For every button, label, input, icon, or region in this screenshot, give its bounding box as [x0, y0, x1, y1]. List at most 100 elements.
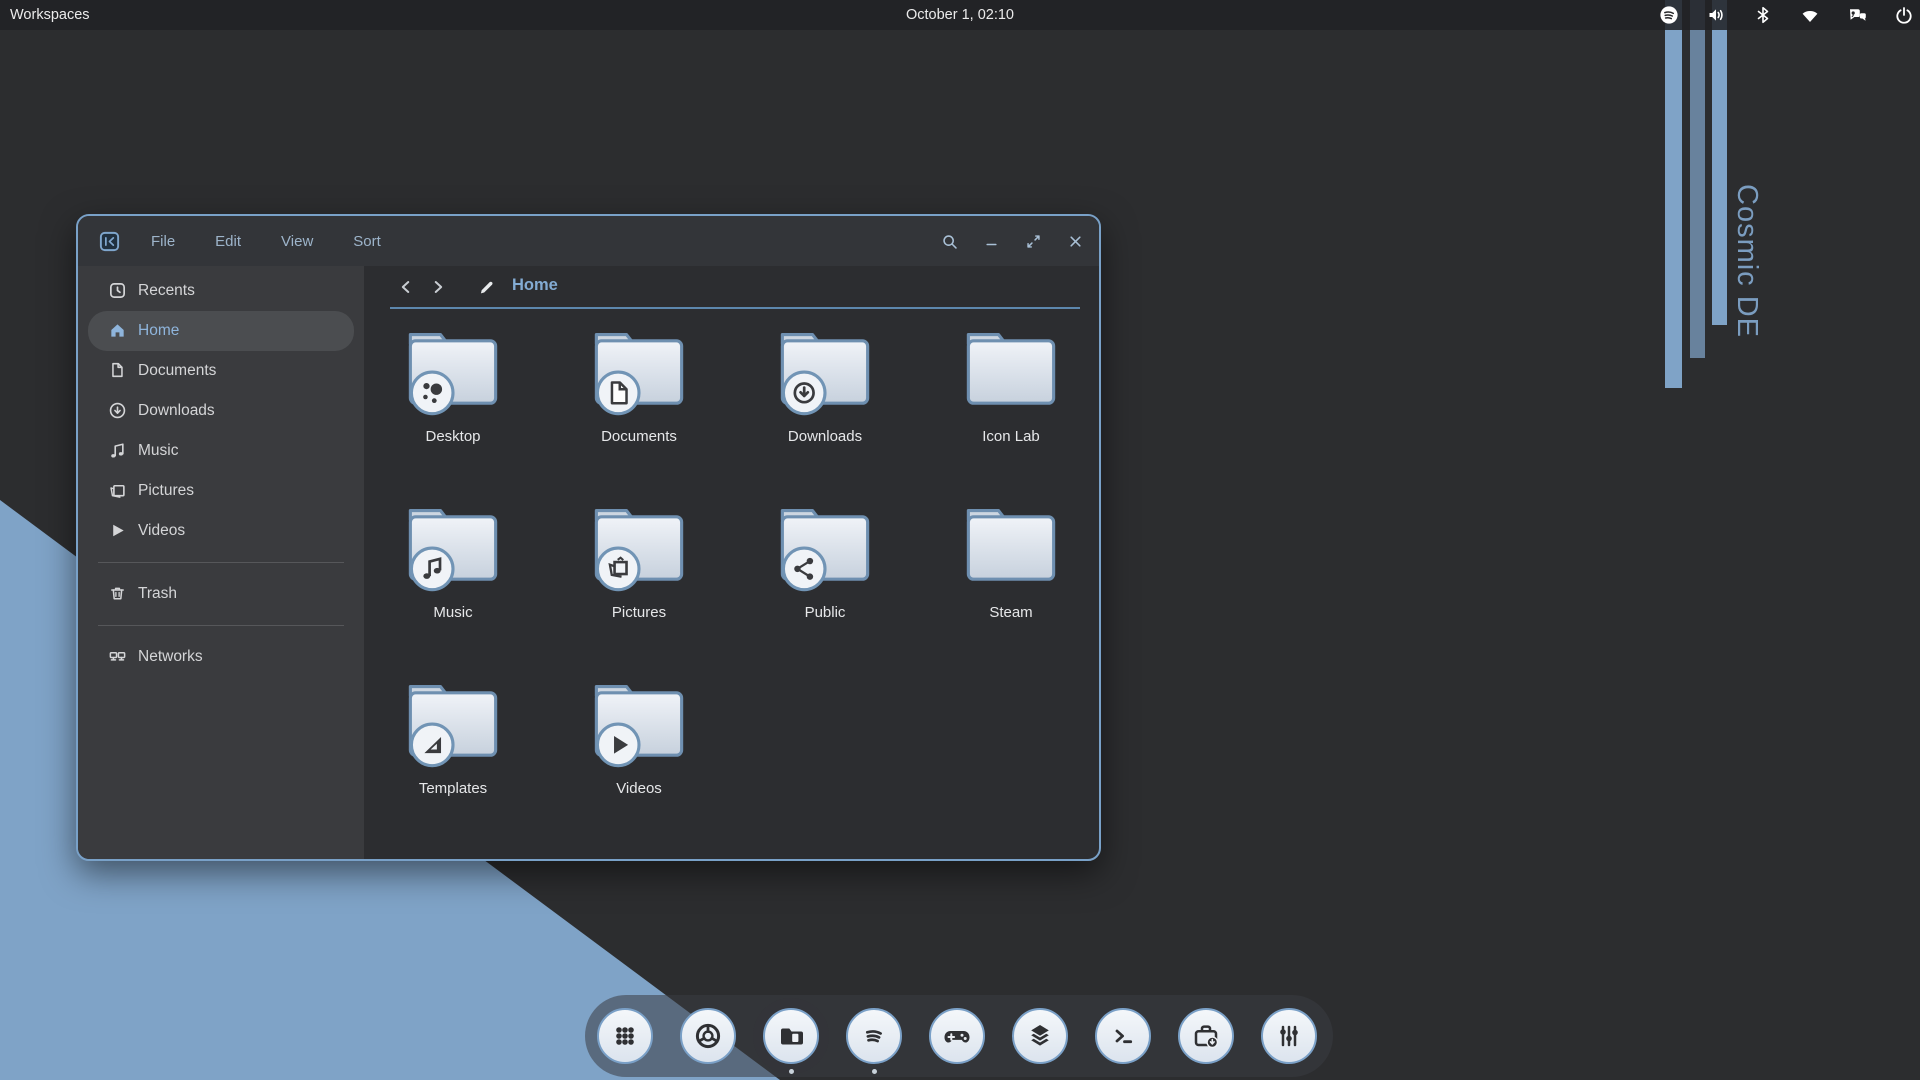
sidebar-item-music[interactable]: Music — [88, 431, 354, 471]
document-icon — [108, 361, 128, 381]
chromium-icon — [680, 1008, 736, 1064]
top-panel: Workspaces October 1, 02:10 — [0, 0, 1920, 30]
desktop: Cosmic DE Workspaces October 1, 02:10 Fi… — [0, 0, 1920, 1080]
games-icon — [929, 1008, 985, 1064]
wallpaper-stripe — [1665, 0, 1682, 388]
forward-button[interactable] — [426, 275, 450, 299]
sidebar-item-label: Pictures — [138, 482, 194, 500]
breadcrumb[interactable]: Home — [512, 276, 558, 295]
power-icon[interactable] — [1892, 3, 1916, 27]
folder-label: Documents — [601, 428, 677, 445]
menu-view[interactable]: View — [281, 233, 313, 250]
dock-item-app-launcher[interactable] — [597, 1008, 653, 1064]
sidebar-item-home[interactable]: Home — [88, 311, 354, 351]
sidebar-item-label: Music — [138, 442, 178, 460]
folder-grid: Desktop Documents Downloads Icon Lab Mus… — [364, 309, 1099, 859]
back-button[interactable] — [394, 275, 418, 299]
dock-item-chromium[interactable] — [680, 1008, 736, 1064]
minimize-button[interactable] — [979, 229, 1003, 253]
dock-item-terminal[interactable] — [1095, 1008, 1151, 1064]
sidebar-item-networks[interactable]: Networks — [88, 637, 354, 677]
dock-item-store[interactable] — [1178, 1008, 1234, 1064]
folder-steam[interactable]: Steam — [941, 500, 1081, 660]
folder-label: Icon Lab — [982, 428, 1040, 445]
folder-pictures[interactable]: Pictures — [569, 500, 709, 660]
menu-sort[interactable]: Sort — [353, 233, 381, 250]
folder-icon — [587, 676, 691, 775]
sidebar-item-label: Networks — [138, 648, 203, 666]
folder-desktop[interactable]: Desktop — [383, 324, 523, 484]
folder-label: Pictures — [612, 604, 666, 621]
spotify-icon — [846, 1008, 902, 1064]
sidebar-item-trash[interactable]: Trash — [88, 574, 354, 614]
folder-public[interactable]: Public — [755, 500, 895, 660]
sidebar-item-downloads[interactable]: Downloads — [88, 391, 354, 431]
trash-icon — [108, 584, 128, 604]
folder-icon-lab[interactable]: Icon Lab — [941, 324, 1081, 484]
menu-file[interactable]: File — [151, 233, 175, 250]
volume-icon[interactable] — [1704, 3, 1728, 27]
folder-icon — [401, 676, 505, 775]
bluetooth-icon[interactable] — [1751, 3, 1775, 27]
sidebar-item-label: Trash — [138, 585, 177, 603]
layers-icon — [1012, 1008, 1068, 1064]
folder-label: Templates — [419, 780, 487, 797]
sidebar: Recents Home Documents Downloads Music Pictur… — [78, 266, 364, 859]
search-button[interactable] — [937, 229, 961, 253]
videos-icon — [108, 521, 128, 541]
folder-templates[interactable]: Templates — [383, 676, 523, 836]
folder-icon — [959, 500, 1063, 599]
sidebar-item-pictures[interactable]: Pictures — [88, 471, 354, 511]
folder-label: Steam — [989, 604, 1032, 621]
wifi-icon[interactable] — [1798, 3, 1822, 27]
folder-downloads[interactable]: Downloads — [755, 324, 895, 484]
sidebar-item-label: Downloads — [138, 402, 215, 420]
sidebar-item-label: Home — [138, 322, 179, 340]
sidebar-item-label: Documents — [138, 362, 216, 380]
menu-edit[interactable]: Edit — [215, 233, 241, 250]
close-button[interactable] — [1063, 229, 1087, 253]
dock — [585, 995, 1333, 1077]
notifications-icon[interactable] — [1845, 3, 1869, 27]
folder-videos[interactable]: Videos — [569, 676, 709, 836]
dock-item-files[interactable] — [763, 1008, 819, 1064]
maximize-button[interactable] — [1021, 229, 1045, 253]
dock-item-settings[interactable] — [1261, 1008, 1317, 1064]
sidebar-item-label: Recents — [138, 282, 195, 300]
titlebar[interactable]: File Edit View Sort — [78, 216, 1099, 266]
system-tray — [1657, 0, 1916, 30]
folder-icon — [587, 500, 691, 599]
wallpaper-stripe — [1690, 0, 1705, 358]
folder-label: Videos — [616, 780, 662, 797]
folder-label: Downloads — [788, 428, 862, 445]
clock[interactable]: October 1, 02:10 — [0, 0, 1920, 30]
dock-item-games[interactable] — [929, 1008, 985, 1064]
folder-icon — [773, 500, 877, 599]
edit-location-button[interactable] — [474, 275, 498, 299]
sidebar-divider — [98, 562, 344, 563]
sidebar-item-label: Videos — [138, 522, 185, 540]
download-icon — [108, 401, 128, 421]
networks-icon — [108, 647, 128, 667]
dock-item-layers[interactable] — [1012, 1008, 1068, 1064]
sidebar-item-recents[interactable]: Recents — [88, 271, 354, 311]
sidebar-item-videos[interactable]: Videos — [88, 511, 354, 551]
folder-label: Public — [805, 604, 846, 621]
breadcrumb-bar: Home — [364, 266, 1099, 308]
folder-icon — [773, 324, 877, 423]
pictures-icon — [108, 481, 128, 501]
sidebar-item-documents[interactable]: Documents — [88, 351, 354, 391]
terminal-icon — [1095, 1008, 1151, 1064]
folder-icon — [401, 500, 505, 599]
spotify-icon[interactable] — [1657, 3, 1681, 27]
folder-icon — [587, 324, 691, 423]
wallpaper-stripe — [1712, 0, 1727, 325]
sidebar-divider — [98, 625, 344, 626]
app-launcher-icon — [597, 1008, 653, 1064]
folder-documents[interactable]: Documents — [569, 324, 709, 484]
dock-item-spotify[interactable] — [846, 1008, 902, 1064]
wallpaper-watermark: Cosmic DE — [1730, 184, 1763, 338]
folder-icon — [959, 324, 1063, 423]
folder-music[interactable]: Music — [383, 500, 523, 660]
files-icon — [763, 1008, 819, 1064]
